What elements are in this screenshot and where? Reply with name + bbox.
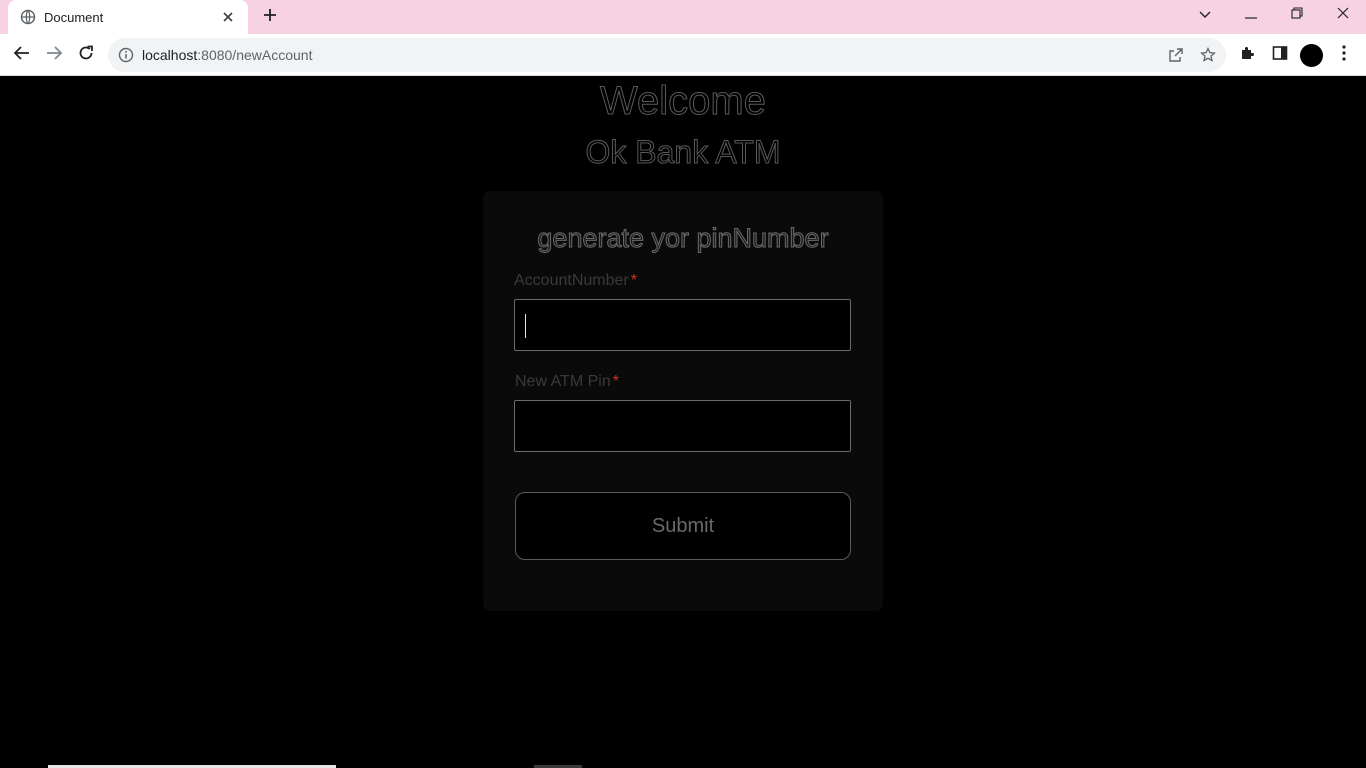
account-number-input[interactable] <box>514 299 851 351</box>
share-icon[interactable] <box>1166 45 1186 65</box>
account-number-label: AccountNumber * <box>514 272 637 290</box>
restore-icon <box>1291 6 1303 24</box>
info-icon[interactable] <box>118 47 134 63</box>
tab-search-button[interactable] <box>1182 0 1228 30</box>
reload-button[interactable] <box>70 39 102 71</box>
chevron-down-icon <box>1199 6 1211 24</box>
plus-icon <box>263 8 277 27</box>
globe-icon <box>20 9 36 25</box>
new-pin-input[interactable] <box>514 400 851 452</box>
close-window-button[interactable] <box>1320 0 1366 30</box>
new-tab-button[interactable] <box>258 5 282 29</box>
minimize-icon <box>1245 6 1257 24</box>
side-panel-button[interactable] <box>1264 39 1296 71</box>
reload-icon <box>78 45 94 66</box>
url-path: :8080/newAccount <box>197 47 313 63</box>
required-mark: * <box>630 272 637 289</box>
kebab-menu-icon <box>1342 44 1346 66</box>
side-panel-icon <box>1272 45 1288 66</box>
url-text: localhost:8080/newAccount <box>142 47 312 63</box>
close-icon <box>1337 6 1349 24</box>
page-content: Welcome Ok Bank ATM generate yor pinNumb… <box>0 77 1366 768</box>
account-number-label-text: AccountNumber <box>514 272 629 289</box>
forward-button[interactable] <box>38 39 70 71</box>
browser-menu-button[interactable] <box>1328 39 1360 71</box>
arrow-left-icon <box>13 45 30 66</box>
restore-button[interactable] <box>1274 0 1320 30</box>
tab-close-icon[interactable] <box>218 7 238 27</box>
text-caret <box>525 314 526 338</box>
url-host: localhost <box>142 47 198 63</box>
bank-name-heading: Ok Bank ATM <box>585 134 781 171</box>
minimize-button[interactable] <box>1228 0 1274 30</box>
address-bar[interactable]: localhost:8080/newAccount <box>108 38 1226 72</box>
profile-avatar[interactable] <box>1300 44 1323 67</box>
extensions-button[interactable] <box>1232 39 1264 71</box>
tab-strip: Document <box>0 0 1366 34</box>
form-title: generate yor pinNumber <box>537 223 829 254</box>
required-mark: * <box>612 373 619 390</box>
submit-button[interactable]: Submit <box>515 492 851 560</box>
welcome-heading: Welcome <box>600 79 767 124</box>
puzzle-icon <box>1240 45 1256 66</box>
new-pin-label-text: New ATM Pin <box>515 373 611 390</box>
browser-tab[interactable]: Document <box>8 0 248 34</box>
tab-title: Document <box>44 9 104 25</box>
arrow-right-icon <box>46 45 63 66</box>
browser-toolbar: localhost:8080/newAccount <box>0 34 1366 76</box>
pin-form-card: generate yor pinNumber AccountNumber * Ne… <box>483 191 883 611</box>
new-pin-label: New ATM Pin * <box>515 373 619 391</box>
star-icon[interactable] <box>1198 45 1218 65</box>
back-button[interactable] <box>6 39 38 71</box>
